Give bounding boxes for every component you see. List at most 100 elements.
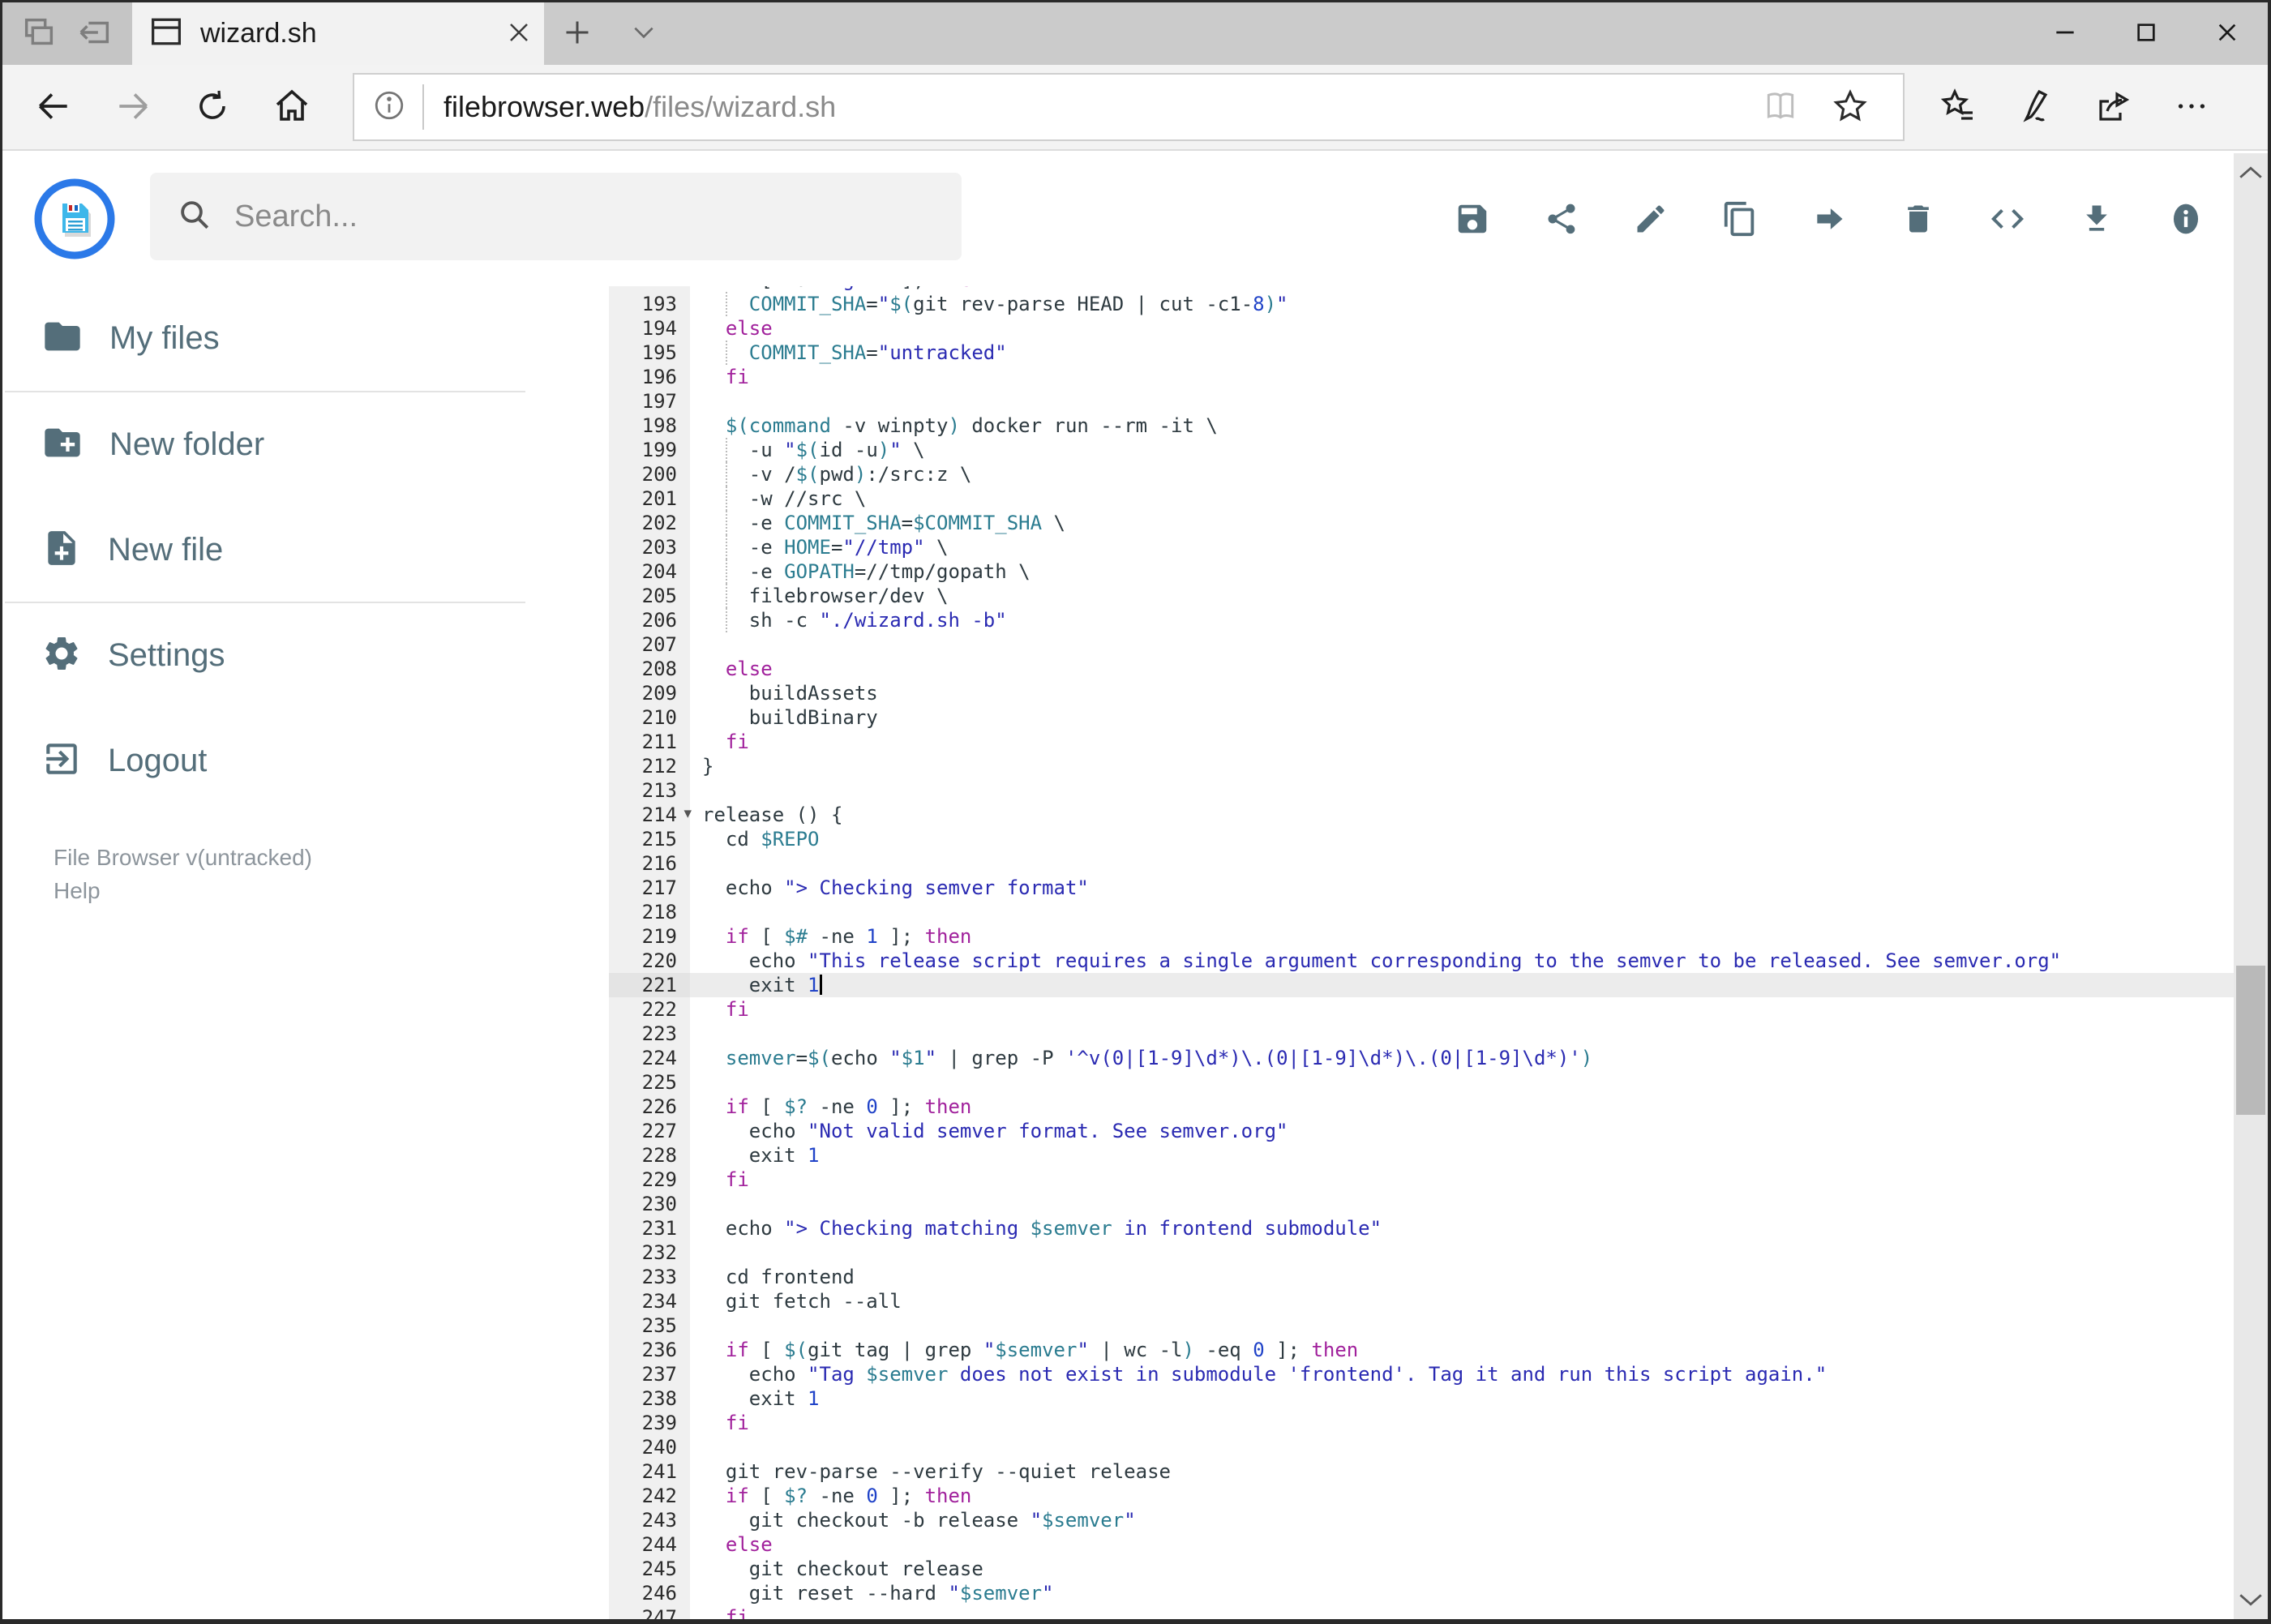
code-line-text[interactable] — [690, 1240, 2234, 1265]
code-line-text[interactable]: else — [690, 1532, 2234, 1557]
save-button[interactable] — [1454, 201, 1491, 238]
new-tab-button[interactable] — [544, 2, 611, 65]
back-button[interactable] — [14, 70, 93, 144]
code-line-text[interactable] — [690, 1022, 2234, 1046]
delete-button[interactable] — [1900, 201, 1937, 238]
code-line-text[interactable]: -e GOPATH=//tmp/gopath \ — [690, 559, 2234, 584]
rename-button[interactable] — [1632, 201, 1669, 238]
home-button[interactable] — [252, 70, 332, 144]
help-link[interactable]: Help — [54, 874, 312, 907]
filebrowser-logo[interactable] — [33, 178, 116, 264]
page-scrollbar[interactable] — [2234, 153, 2268, 1619]
code-line-text[interactable]: if [ $(git tag | grep "$semver" | wc -l)… — [690, 1338, 2234, 1362]
maximize-button[interactable] — [2106, 2, 2187, 65]
scroll-up-icon[interactable] — [2234, 156, 2268, 189]
sidebar-item-new-folder[interactable]: New folder — [2, 392, 525, 496]
code-line-text[interactable]: buildBinary — [690, 705, 2234, 730]
code-line-text[interactable]: COMMIT_SHA="untracked" — [690, 341, 2234, 365]
code-line-text[interactable]: COMMIT_SHA="$(git rev-parse HEAD | cut -… — [690, 292, 2234, 316]
close-tab-button[interactable] — [507, 20, 531, 47]
code-line-text[interactable]: semver=$(echo "$1" | grep -P '^v(0|[1-9]… — [690, 1046, 2234, 1070]
code-line-text[interactable]: git rev-parse --verify --quiet release — [690, 1459, 2234, 1484]
download-button[interactable] — [2078, 201, 2115, 238]
share-file-button[interactable] — [1543, 201, 1580, 238]
code-line-text[interactable]: exit 1 — [690, 1386, 2234, 1411]
set-tabs-aside-button[interactable] — [75, 14, 114, 54]
browser-tab[interactable]: wizard.sh — [132, 2, 544, 65]
code-line-text[interactable]: else — [690, 316, 2234, 341]
annotate-button[interactable] — [1997, 70, 2075, 144]
code-line-text[interactable]: -e COMMIT_SHA=$COMMIT_SHA \ — [690, 511, 2234, 535]
hub-button[interactable] — [1919, 70, 1997, 144]
code-line-text[interactable]: fi — [690, 1411, 2234, 1435]
code-line-text[interactable]: -e HOME="//tmp" \ — [690, 535, 2234, 559]
code-line-text[interactable]: buildAssets — [690, 681, 2234, 705]
favorite-button[interactable] — [1815, 88, 1885, 127]
tab-list-button[interactable] — [611, 2, 677, 65]
share-button[interactable] — [2075, 70, 2153, 144]
code-line-text[interactable]: echo "Not valid semver format. See semve… — [690, 1119, 2234, 1143]
close-window-button[interactable] — [2187, 2, 2268, 65]
info-button[interactable] — [2167, 201, 2205, 238]
code-line-text[interactable]: fi — [690, 1168, 2234, 1192]
code-line-text[interactable] — [690, 1435, 2234, 1459]
code-line-text[interactable]: git reset --hard "$semver" — [690, 1581, 2234, 1605]
code-line-text[interactable] — [690, 851, 2234, 876]
code-line-text[interactable]: echo "> Checking semver format" — [690, 876, 2234, 900]
code-line-text[interactable]: -u "$(id -u)" \ — [690, 438, 2234, 462]
code-line-text[interactable]: fi — [690, 997, 2234, 1022]
code-line-text[interactable] — [690, 1192, 2234, 1216]
code-line-text[interactable] — [690, 778, 2234, 803]
more-button[interactable] — [2153, 70, 2230, 144]
tab-preview-button[interactable] — [20, 14, 58, 54]
forward-button[interactable] — [93, 70, 173, 144]
source-code-button[interactable] — [1989, 201, 2026, 238]
code-line-text[interactable]: echo "Tag $semver does not exist in subm… — [690, 1362, 2234, 1386]
sidebar-item-logout[interactable]: Logout — [2, 709, 525, 812]
minimize-button[interactable] — [2025, 2, 2106, 65]
address-bar[interactable]: filebrowser.web/files/wizard.sh — [353, 73, 1905, 141]
code-line-text[interactable]: if [ $# -ne 1 ]; then — [690, 924, 2234, 949]
code-line-text[interactable] — [690, 632, 2234, 657]
code-line-text[interactable]: filebrowser/dev \ — [690, 584, 2234, 608]
code-line-text[interactable]: -v /$(pwd):/src:z \ — [690, 462, 2234, 486]
code-line-text[interactable]: cd frontend — [690, 1265, 2234, 1289]
copy-button[interactable] — [1721, 201, 1759, 238]
sidebar-item-my-files[interactable]: My files — [2, 286, 525, 390]
code-line-text[interactable]: echo "This release script requires a sin… — [690, 949, 2234, 973]
code-line-text[interactable]: if [ $? -ne 0 ]; then — [690, 1095, 2234, 1119]
code-line-text[interactable]: fi — [690, 730, 2234, 754]
scroll-down-icon[interactable] — [2234, 1583, 2268, 1616]
site-info-icon[interactable] — [372, 88, 406, 126]
code-line-text[interactable] — [690, 389, 2234, 413]
code-line-text[interactable]: git checkout release — [690, 1557, 2234, 1581]
code-line-text[interactable]: exit 1 — [690, 1143, 2234, 1168]
code-line-text[interactable]: else — [690, 657, 2234, 681]
code-line-text[interactable]: sh -c "./wizard.sh -b" — [690, 608, 2234, 632]
code-line-text[interactable]: -w //src \ — [690, 486, 2234, 511]
code-line-text[interactable]: if [ $? -ne 0 ]; then — [690, 1484, 2234, 1508]
code-line-text[interactable] — [690, 1313, 2234, 1338]
scrollbar-thumb[interactable] — [2236, 966, 2265, 1115]
code-line-text[interactable]: $(command -v winpty) docker run --rm -it… — [690, 413, 2234, 438]
code-line-text[interactable]: git fetch --all — [690, 1289, 2234, 1313]
code-line-text[interactable]: echo "> Checking matching $semver in fro… — [690, 1216, 2234, 1240]
sidebar-item-settings[interactable]: Settings — [2, 603, 525, 707]
code-line-text[interactable]: fi — [690, 1605, 2234, 1619]
move-button[interactable] — [1810, 201, 1848, 238]
code-line-text[interactable]: release () { — [690, 803, 2234, 827]
code-line-text[interactable]: fi — [690, 365, 2234, 389]
code-line-text[interactable]: git checkout -b release "$semver" — [690, 1508, 2234, 1532]
code-line-text[interactable] — [690, 900, 2234, 924]
refresh-button[interactable] — [173, 70, 252, 144]
search-bar[interactable] — [150, 173, 962, 260]
code-line-text[interactable]: cd $REPO — [690, 827, 2234, 851]
code-line-text[interactable] — [690, 1070, 2234, 1095]
code-line-text[interactable]: } — [690, 754, 2234, 778]
code-editor[interactable]: if [ -d ".git" ]; then193 COMMIT_SHA="$(… — [525, 268, 2234, 1619]
sidebar-item-new-file[interactable]: New file — [2, 498, 525, 602]
navigation-bar: filebrowser.web/files/wizard.sh — [2, 65, 2268, 151]
code-line-text[interactable]: exit 1 — [690, 973, 2234, 997]
line-number: 229 — [609, 1168, 690, 1192]
search-input[interactable] — [234, 199, 953, 234]
